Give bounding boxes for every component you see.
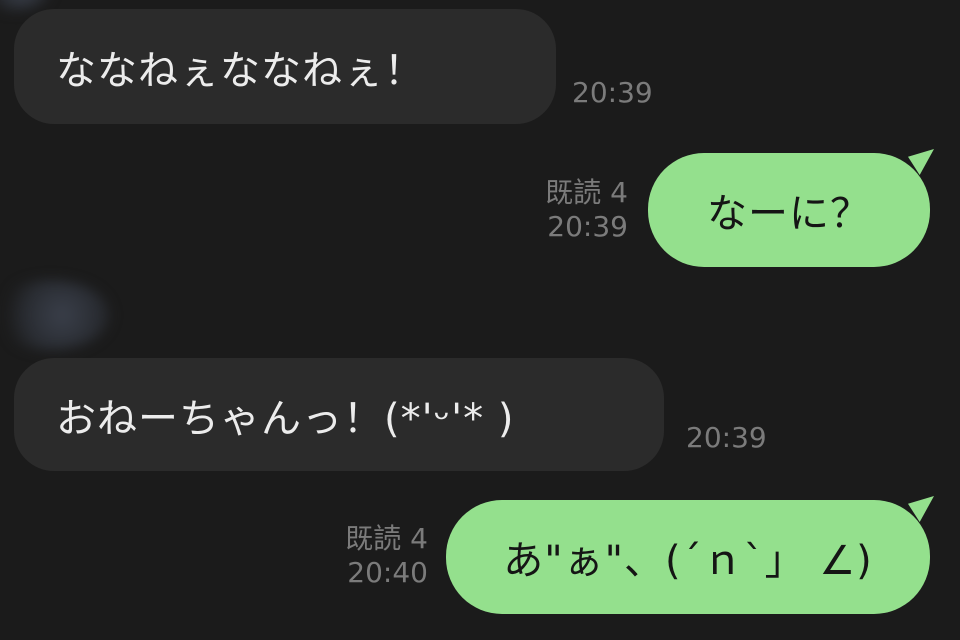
- message-text: なーに？: [707, 191, 871, 237]
- message-meta: 既読 4 20:40: [345, 522, 428, 590]
- read-receipt: 既読 4: [345, 522, 428, 555]
- outgoing-message-bubble[interactable]: あ"ぁ"、(´ｎ`」 ∠): [446, 500, 930, 614]
- message-meta: 20:39: [572, 76, 653, 110]
- chat-conversation: ななねぇななねぇ！ 20:39 既読 4 20:39 なーに？ おねーちゃんっ！…: [0, 0, 960, 640]
- incoming-message-bubble[interactable]: ななねぇななねぇ！: [14, 9, 556, 124]
- outgoing-message-bubble[interactable]: なーに？: [648, 153, 930, 267]
- message-time: 20:39: [686, 421, 767, 454]
- message-text: おねーちゃんっ！(*'ᵕ'* ): [56, 395, 515, 442]
- message-text: ななねぇななねぇ！: [56, 47, 425, 94]
- read-receipt: 既読 4: [545, 176, 628, 209]
- avatar-icon[interactable]: [0, 0, 50, 10]
- message-time: 20:39: [547, 210, 628, 243]
- avatar-icon[interactable]: [0, 280, 110, 350]
- message-meta: 既読 4 20:39: [545, 176, 628, 244]
- message-time: 20:39: [572, 76, 653, 109]
- incoming-message-bubble[interactable]: おねーちゃんっ！(*'ᵕ'* ): [14, 358, 664, 471]
- message-text: あ"ぁ"、(´ｎ`」 ∠): [503, 538, 873, 584]
- message-time: 20:40: [347, 556, 428, 589]
- message-meta: 20:39: [686, 421, 767, 455]
